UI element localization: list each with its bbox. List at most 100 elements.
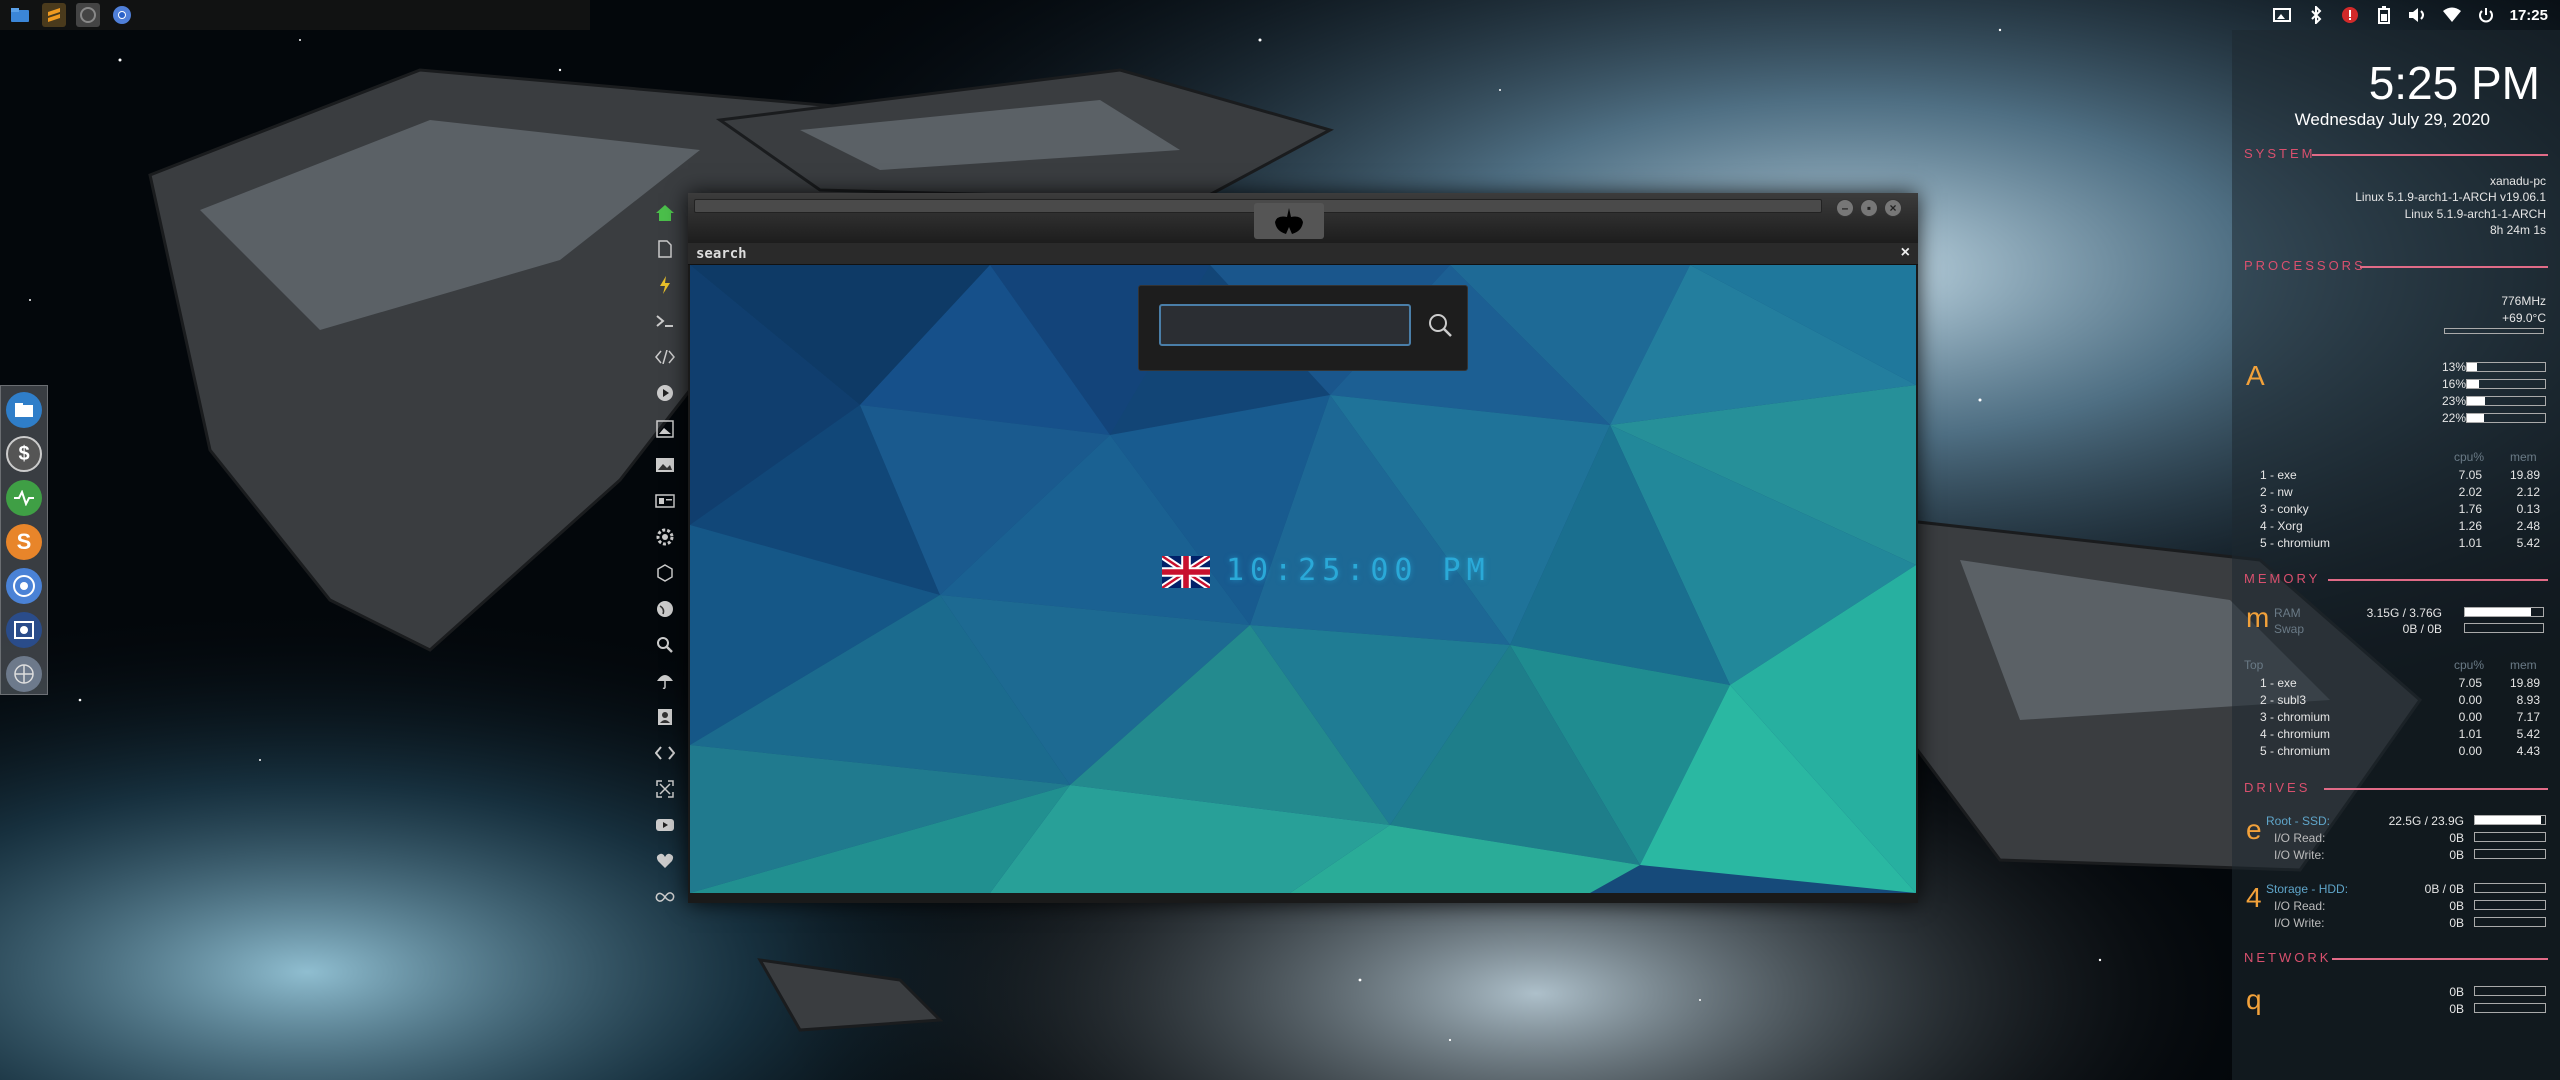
code-icon[interactable] <box>651 339 679 375</box>
screenshot-icon[interactable] <box>6 612 42 648</box>
search-icon[interactable] <box>651 627 679 663</box>
app-icon[interactable] <box>76 3 100 27</box>
search-app-window: – ▪ × search × 10:25:00 PM <box>688 193 1918 903</box>
infinity-icon[interactable] <box>651 879 679 915</box>
network-icon[interactable] <box>6 656 42 692</box>
storage-write-label: I/O Write: <box>2274 916 2325 930</box>
root-read-value: 0B <box>2449 831 2464 845</box>
storage-drive-glyph: 4 <box>2246 882 2262 913</box>
power-icon[interactable] <box>2476 5 2496 25</box>
kernel-short: Linux 5.1.9-arch1-1-ARCH <box>2404 207 2546 221</box>
network-section-title: NETWORK <box>2244 950 2332 965</box>
swap-usage: 0B / 0B <box>2402 622 2442 636</box>
home-icon[interactable] <box>651 195 679 231</box>
embed-icon[interactable] <box>651 735 679 771</box>
tab-close-button[interactable]: × <box>1901 244 1910 262</box>
wifi-icon[interactable] <box>2442 5 2462 25</box>
processors-section-title: PROCESSORS <box>2244 258 2366 273</box>
top-panel: 17:25 <box>0 0 2560 30</box>
file-manager-icon[interactable] <box>6 392 42 428</box>
system-tray: 17:25 <box>2272 0 2560 30</box>
process-row: 4 - Xorg 1.26 2.48 <box>2260 519 2550 535</box>
rebel-emblem-icon <box>1254 203 1324 239</box>
section-divider <box>2324 788 2548 790</box>
process-row: 3 - conky 1.76 0.13 <box>2260 502 2550 518</box>
swap-label: Swap <box>2274 622 2305 636</box>
root-write-bar <box>2474 849 2546 859</box>
cpu-core-bar <box>2466 396 2546 406</box>
processor-glyph: A <box>2246 360 2265 391</box>
network-glyph: q <box>2246 984 2262 1015</box>
root-read-bar <box>2474 832 2546 842</box>
youtube-icon[interactable] <box>651 807 679 843</box>
process-name: 4 - chromium <box>2260 727 2331 741</box>
memory-glyph: m <box>2246 602 2270 633</box>
digital-clock: 10:25:00 PM <box>1226 553 1491 588</box>
screenshot-icon[interactable] <box>2272 5 2292 25</box>
contact-icon[interactable] <box>651 699 679 735</box>
heart-icon[interactable] <box>651 843 679 879</box>
process-row: 2 - nw 2.02 2.12 <box>2260 485 2550 501</box>
id-card-icon[interactable] <box>651 483 679 519</box>
process-cpu: 1.26 <box>2458 519 2482 533</box>
storage-drive-label: Storage - HDD: <box>2266 882 2349 896</box>
root-drive-label: Root - SSD: <box>2266 814 2331 828</box>
globe-icon[interactable] <box>651 591 679 627</box>
section-divider <box>2312 154 2548 156</box>
storage-drive-usage: 0B / 0B <box>2424 882 2464 896</box>
sublime-icon[interactable]: S <box>6 524 42 560</box>
sublime-text-icon[interactable] <box>42 3 66 27</box>
network-down: 0B <box>2449 985 2464 999</box>
fullscreen-icon[interactable] <box>651 771 679 807</box>
cpu-core-percent: 23% <box>2441 394 2466 408</box>
dollar-icon[interactable]: $ <box>6 436 42 472</box>
taskbar <box>0 0 590 30</box>
ram-bar <box>2464 607 2544 617</box>
activity-monitor-icon[interactable] <box>6 480 42 516</box>
image-gallery-icon[interactable] <box>651 411 679 447</box>
search-input[interactable] <box>1159 304 1411 346</box>
hexagon-icon[interactable] <box>651 555 679 591</box>
vertical-icon-bar <box>645 195 685 915</box>
panel-clock[interactable]: 17:25 <box>2510 7 2548 24</box>
process-name: 2 - subl3 <box>2260 693 2307 707</box>
network-up-bar <box>2474 1003 2546 1013</box>
uptime: 8h 24m 1s <box>2489 223 2546 237</box>
tab-title[interactable]: search <box>696 246 747 262</box>
process-name: 3 - chromium <box>2260 710 2331 724</box>
settings-icon[interactable] <box>651 519 679 555</box>
play-icon[interactable] <box>651 375 679 411</box>
process-name: 5 - chromium <box>2260 536 2331 550</box>
process-mem: 2.48 <box>2516 519 2540 533</box>
section-divider <box>2360 266 2548 268</box>
volume-icon[interactable] <box>2408 5 2428 25</box>
process-name: 4 - Xorg <box>2260 519 2303 533</box>
terminal-icon[interactable] <box>651 303 679 339</box>
lightning-icon[interactable] <box>651 267 679 303</box>
file-manager-icon[interactable] <box>8 3 32 27</box>
cpu-core-percent: 13% <box>2441 360 2466 374</box>
bluetooth-icon[interactable] <box>2306 5 2326 25</box>
search-icon[interactable] <box>1423 308 1457 342</box>
chromium-icon[interactable] <box>6 568 42 604</box>
update-alert-icon[interactable] <box>2340 5 2360 25</box>
battery-icon[interactable] <box>2374 5 2394 25</box>
window-title-bar[interactable]: – ▪ × <box>688 193 1918 243</box>
process-cpu: 2.02 <box>2458 485 2482 499</box>
maximize-button[interactable]: ▪ <box>1860 199 1878 217</box>
storage-read-bar <box>2474 900 2546 910</box>
process-mem: 8.93 <box>2516 693 2540 707</box>
document-icon[interactable] <box>651 231 679 267</box>
picture-icon[interactable] <box>651 447 679 483</box>
swap-bar <box>2464 623 2544 633</box>
close-button[interactable]: × <box>1884 199 1902 217</box>
chromium-icon[interactable] <box>110 3 134 27</box>
process-name: 5 - chromium <box>2260 744 2331 758</box>
umbrella-icon[interactable] <box>651 663 679 699</box>
cpu-frequency: 776MHz <box>2501 294 2546 308</box>
process-cpu: 1.76 <box>2458 502 2482 516</box>
root-read-label: I/O Read: <box>2274 831 2326 845</box>
minimize-button[interactable]: – <box>1836 199 1854 217</box>
system-section-title: SYSTEM <box>2244 146 2316 161</box>
process-mem: 19.89 <box>2509 468 2540 482</box>
